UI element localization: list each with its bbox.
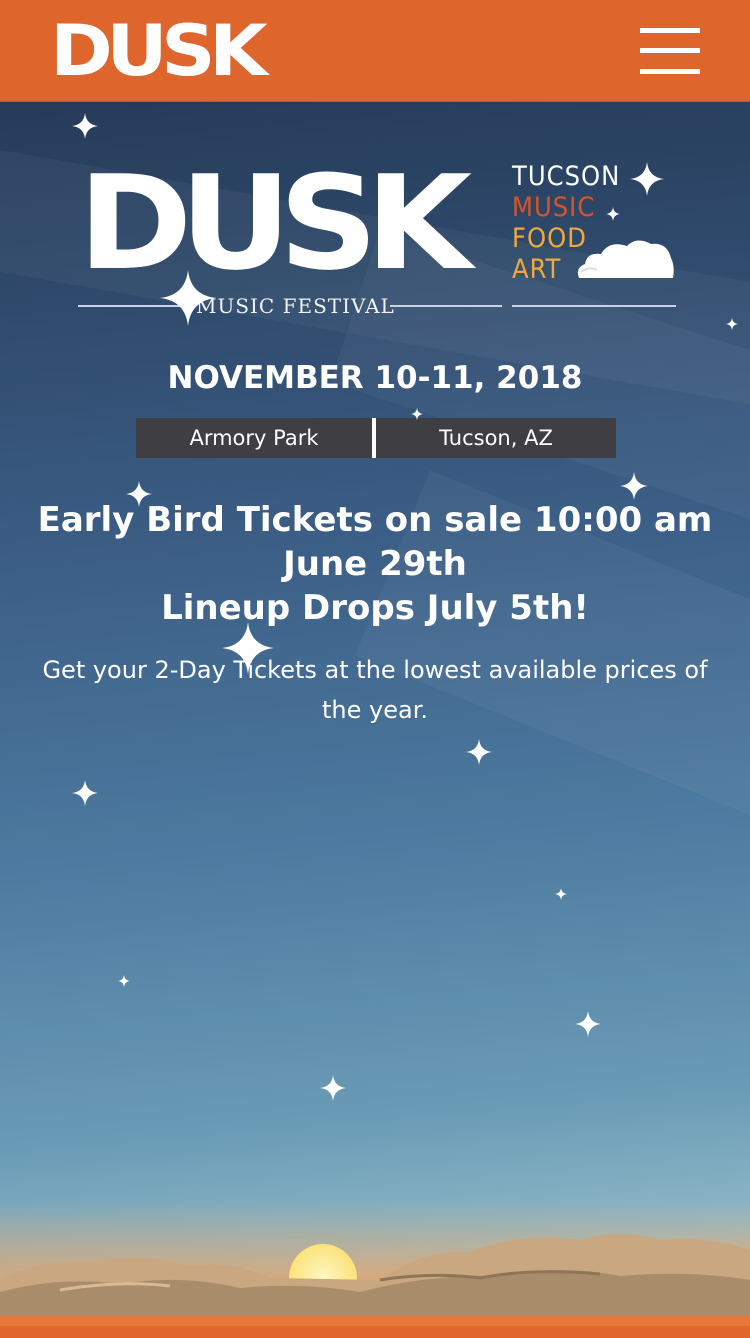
star-icon [72, 113, 98, 139]
menu-button[interactable] [638, 28, 700, 78]
festival-word-art: ART [512, 254, 562, 285]
star-icon [320, 1075, 346, 1101]
logo-rule-right [512, 305, 676, 307]
desert-landscape [0, 1200, 750, 1338]
star-icon [160, 270, 216, 326]
venue-bar: Armory Park Tucson, AZ [136, 418, 616, 458]
site-header: DUSK [0, 0, 750, 102]
festival-subtitle: MUSIC FESTIVAL [196, 294, 395, 318]
festival-logo-word: DUSK [78, 147, 472, 299]
venue-name: Armory Park [189, 426, 319, 450]
logo-rule-mid [390, 305, 502, 307]
ticket-subtext: Get your 2-Day Tickets at the lowest ava… [42, 656, 708, 724]
headline-line-1: Early Bird Tickets on sale 10:00 am [37, 500, 713, 540]
star-icon [620, 472, 648, 500]
headline-line-2: June 29th [283, 544, 467, 584]
star-icon [575, 1011, 601, 1037]
headline: Early Bird Tickets on sale 10:00 am June… [0, 498, 750, 630]
star-icon [411, 408, 423, 420]
star-icon [118, 975, 130, 987]
cloud-icon [577, 240, 674, 278]
star-icon [466, 739, 492, 765]
headline-line-3: Lineup Drops July 5th! [161, 588, 589, 628]
header-logo[interactable]: DUSK [50, 16, 268, 86]
event-date: NOVEMBER 10-11, 2018 [167, 360, 583, 396]
venue-city: Tucson, AZ [439, 426, 553, 450]
hamburger-menu-icon [640, 28, 700, 33]
festival-word-music: MUSIC [512, 192, 596, 223]
star-icon [606, 207, 620, 221]
festival-word-tucson: TUCSON [512, 161, 621, 192]
star-icon [726, 318, 738, 330]
star-icon [555, 888, 567, 900]
hamburger-menu-icon-bar [640, 69, 700, 74]
star-icon [72, 780, 98, 806]
page: DUSK DUSK TUCSON MUSIC FOOD ART MUSIC FE… [0, 0, 750, 1338]
hamburger-menu-icon-bar [640, 48, 700, 53]
star-icon [630, 162, 664, 196]
star-icon [222, 622, 274, 674]
star-icon [126, 481, 152, 507]
